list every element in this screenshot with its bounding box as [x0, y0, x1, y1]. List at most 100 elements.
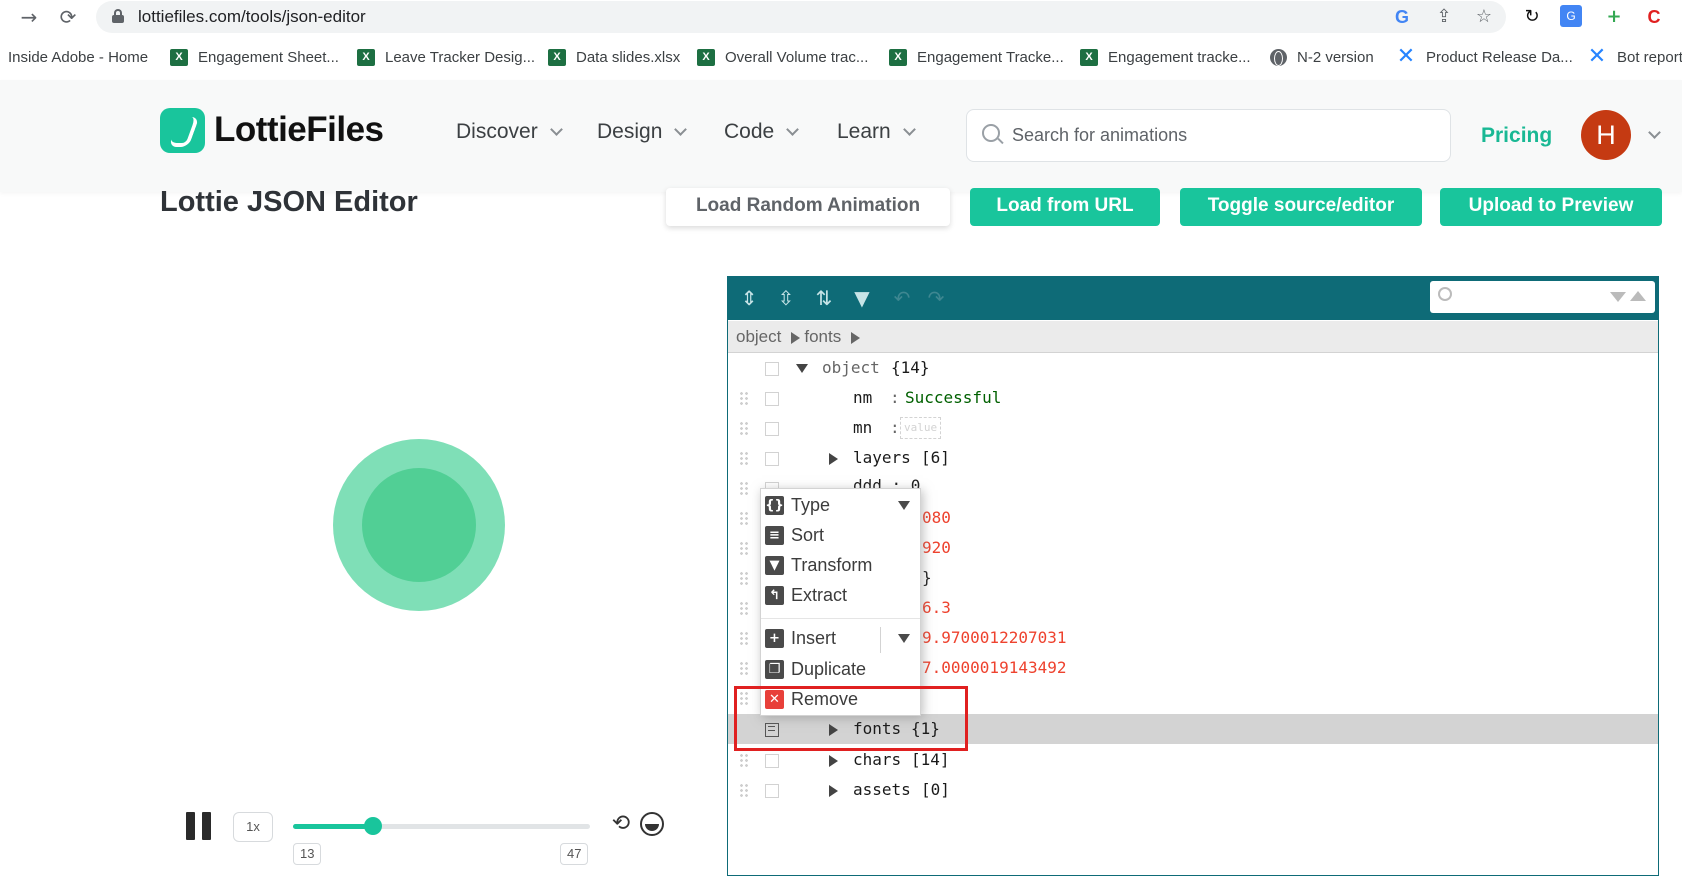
red-extension-icon[interactable]: C — [1642, 5, 1666, 29]
context-menu-button[interactable] — [765, 362, 779, 376]
bookmark-item[interactable]: X Data slides.xlsx — [548, 47, 680, 67]
drag-handle-icon[interactable] — [739, 661, 749, 675]
bookmark-item[interactable]: ✕ Bot report — [1587, 46, 1682, 68]
expand-toggle-icon[interactable] — [829, 453, 838, 465]
lock-icon[interactable] — [112, 9, 124, 23]
nav-design[interactable]: Design — [597, 120, 688, 144]
chevron-down-icon — [549, 122, 563, 136]
bookmark-item[interactable]: N-2 version — [1270, 47, 1374, 67]
upload-to-preview-button[interactable]: Upload to Preview — [1440, 188, 1662, 226]
context-menu-button[interactable] — [765, 422, 779, 436]
bookmark-item[interactable]: Inside Adobe - Home — [8, 47, 148, 67]
context-menu-duplicate[interactable]: ❐ Duplicate — [761, 655, 920, 684]
bookmark-item[interactable]: X Leave Tracker Desig... — [357, 47, 535, 67]
field-value[interactable]: Successful — [905, 388, 1001, 407]
drag-handle-icon[interactable] — [739, 391, 749, 405]
search-next-icon[interactable] — [1610, 292, 1626, 302]
breadcrumb-item[interactable]: object — [736, 327, 781, 346]
context-menu-insert[interactable]: + Insert — [761, 624, 920, 653]
context-menu-button[interactable] — [765, 784, 779, 798]
tree-row[interactable]: nm : Successful — [728, 383, 1658, 413]
filter-icon[interactable]: ▼ — [848, 284, 876, 312]
caret-down-icon[interactable] — [898, 501, 910, 510]
drag-handle-icon[interactable] — [739, 601, 749, 615]
context-menu-extract[interactable]: ↰ Extract — [761, 581, 920, 610]
pause-icon[interactable] — [186, 812, 212, 840]
tree-row[interactable]: layers [6] — [728, 443, 1658, 473]
nav-code[interactable]: Code — [724, 120, 800, 144]
caret-down-icon[interactable] — [898, 634, 910, 643]
field-name[interactable]: assets — [853, 780, 911, 799]
field-name[interactable]: chars — [853, 750, 901, 769]
google-icon[interactable]: G — [1390, 5, 1414, 29]
drag-handle-icon[interactable] — [739, 571, 749, 585]
field-value[interactable]: 920 — [922, 538, 951, 557]
drag-handle-icon[interactable] — [739, 481, 749, 495]
lottiefiles-logo-icon[interactable] — [160, 108, 205, 153]
drag-handle-icon[interactable] — [739, 753, 749, 767]
search-previous-icon[interactable] — [1630, 291, 1646, 301]
bookmark-item[interactable]: X Engagement tracke... — [1080, 47, 1251, 67]
share-icon[interactable]: ⇪ — [1432, 5, 1456, 29]
drag-handle-icon[interactable] — [739, 511, 749, 525]
nav-learn[interactable]: Learn — [837, 120, 916, 144]
field-name[interactable]: mn — [853, 418, 872, 437]
context-menu-sort[interactable]: ≡ Sort — [761, 521, 920, 550]
avatar[interactable]: H — [1581, 110, 1631, 160]
pricing-link[interactable]: Pricing — [1481, 124, 1552, 148]
nav-discover[interactable]: Discover — [456, 120, 563, 144]
logo-text[interactable]: LottieFiles — [214, 110, 384, 150]
field-name[interactable]: layers — [853, 448, 911, 467]
search-icon — [982, 124, 1000, 142]
collapse-all-icon[interactable]: ⇳ — [772, 284, 800, 312]
expand-all-icon[interactable]: ⇕ — [735, 284, 763, 312]
field-value[interactable]: 9.9700012207031 — [922, 628, 1067, 647]
context-menu-button[interactable] — [765, 392, 779, 406]
tree-row[interactable]: assets [0] — [728, 775, 1658, 805]
context-menu-type[interactable]: {} Type — [761, 491, 920, 520]
bookmark-item[interactable]: X Engagement Sheet... — [170, 47, 339, 67]
star-icon[interactable]: ☆ — [1472, 5, 1496, 29]
load-random-animation-button[interactable]: Load Random Animation — [666, 188, 950, 226]
context-menu-button[interactable] — [765, 754, 779, 768]
field-name[interactable]: nm — [853, 388, 872, 407]
field-value[interactable]: value — [900, 417, 942, 439]
expand-toggle-icon[interactable] — [829, 755, 838, 767]
background-color-icon[interactable] — [640, 812, 664, 836]
load-from-url-button[interactable]: Load from URL — [970, 188, 1160, 226]
tree-row[interactable]: object {14} — [728, 353, 1658, 383]
drag-handle-icon[interactable] — [739, 421, 749, 435]
search-icon — [1438, 287, 1452, 301]
context-menu-transform[interactable]: ▼ Transform — [761, 551, 920, 580]
undo-icon[interactable]: ↶ — [888, 284, 916, 312]
breadcrumb-item[interactable]: fonts — [804, 327, 841, 346]
bookmark-item[interactable]: X Engagement Tracke... — [889, 47, 1064, 67]
drag-handle-icon[interactable] — [739, 541, 749, 555]
drag-handle-icon[interactable] — [739, 783, 749, 797]
child-count: {14} — [891, 358, 930, 377]
sync-extension-icon[interactable]: ↻ — [1520, 5, 1544, 29]
seek-knob[interactable] — [364, 817, 382, 835]
loop-icon[interactable]: ⟲ — [609, 812, 633, 836]
add-extension-icon[interactable]: + — [1602, 5, 1626, 29]
search-input[interactable] — [1012, 114, 1442, 156]
toggle-source-editor-button[interactable]: Toggle source/editor — [1180, 188, 1422, 226]
bookmark-item[interactable]: X Overall Volume trac... — [697, 47, 868, 67]
field-value[interactable]: 6.3 — [922, 598, 951, 617]
expand-toggle-icon[interactable] — [796, 364, 808, 373]
field-value[interactable]: 080 — [922, 508, 951, 527]
drag-handle-icon[interactable] — [739, 451, 749, 465]
sort-icon[interactable]: ⇅ — [810, 284, 838, 312]
field-value[interactable]: 7.0000019143492 — [922, 658, 1067, 677]
reload-icon[interactable]: ⟳ — [55, 4, 81, 30]
forward-arrow-icon[interactable]: → — [16, 4, 42, 30]
speed-button[interactable]: 1x — [233, 812, 273, 842]
expand-toggle-icon[interactable] — [829, 785, 838, 797]
context-menu-button[interactable] — [765, 452, 779, 466]
tree-row[interactable]: mn : value — [728, 413, 1658, 443]
bookmark-item[interactable]: ✕ Product Release Da... — [1396, 46, 1573, 68]
translate-extension-icon[interactable]: G — [1560, 5, 1582, 27]
redo-icon[interactable]: ↷ — [922, 284, 950, 312]
url-text[interactable]: lottiefiles.com/tools/json-editor — [138, 7, 366, 27]
drag-handle-icon[interactable] — [739, 631, 749, 645]
